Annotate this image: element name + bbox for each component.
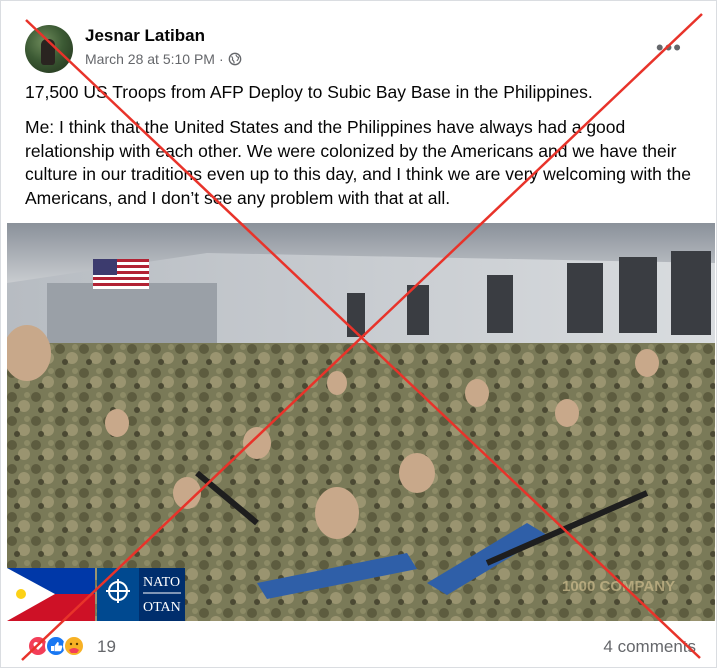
reaction-count[interactable]: 19 bbox=[97, 637, 116, 657]
author-name[interactable]: Jesnar Latiban bbox=[85, 26, 205, 46]
post-timestamp[interactable]: March 28 at 5:10 PM bbox=[85, 51, 215, 67]
watermark: 1000 COMPANY bbox=[562, 578, 675, 595]
post-footer: 19 4 comments bbox=[1, 623, 716, 667]
reactions-summary[interactable] bbox=[27, 635, 89, 657]
meta-separator: · bbox=[218, 51, 224, 67]
comments-link[interactable]: 4 comments bbox=[603, 637, 696, 657]
facebook-post-card: Jesnar Latiban March 28 at 5:10 PM · •••… bbox=[0, 0, 717, 668]
post-photo[interactable]: NATO OTAN 1000 COMPANY bbox=[7, 223, 715, 621]
us-flag bbox=[93, 259, 149, 289]
troops-photo-illustration: NATO OTAN 1000 COMPANY bbox=[7, 223, 715, 621]
post-headline: 17,500 US Troops from AFP Deploy to Subi… bbox=[25, 82, 593, 102]
otan-label: OTAN bbox=[143, 600, 181, 615]
philippine-flag-overlay bbox=[7, 568, 95, 621]
more-options-button[interactable]: ••• bbox=[656, 35, 682, 61]
nato-label: NATO bbox=[143, 575, 180, 590]
globe-icon bbox=[228, 52, 241, 66]
care-icon bbox=[63, 635, 85, 657]
post-body: Me: I think that the United States and t… bbox=[25, 117, 691, 208]
post-meta: March 28 at 5:10 PM · bbox=[85, 51, 242, 67]
avatar-figure bbox=[41, 39, 55, 65]
author-avatar[interactable] bbox=[25, 25, 73, 73]
